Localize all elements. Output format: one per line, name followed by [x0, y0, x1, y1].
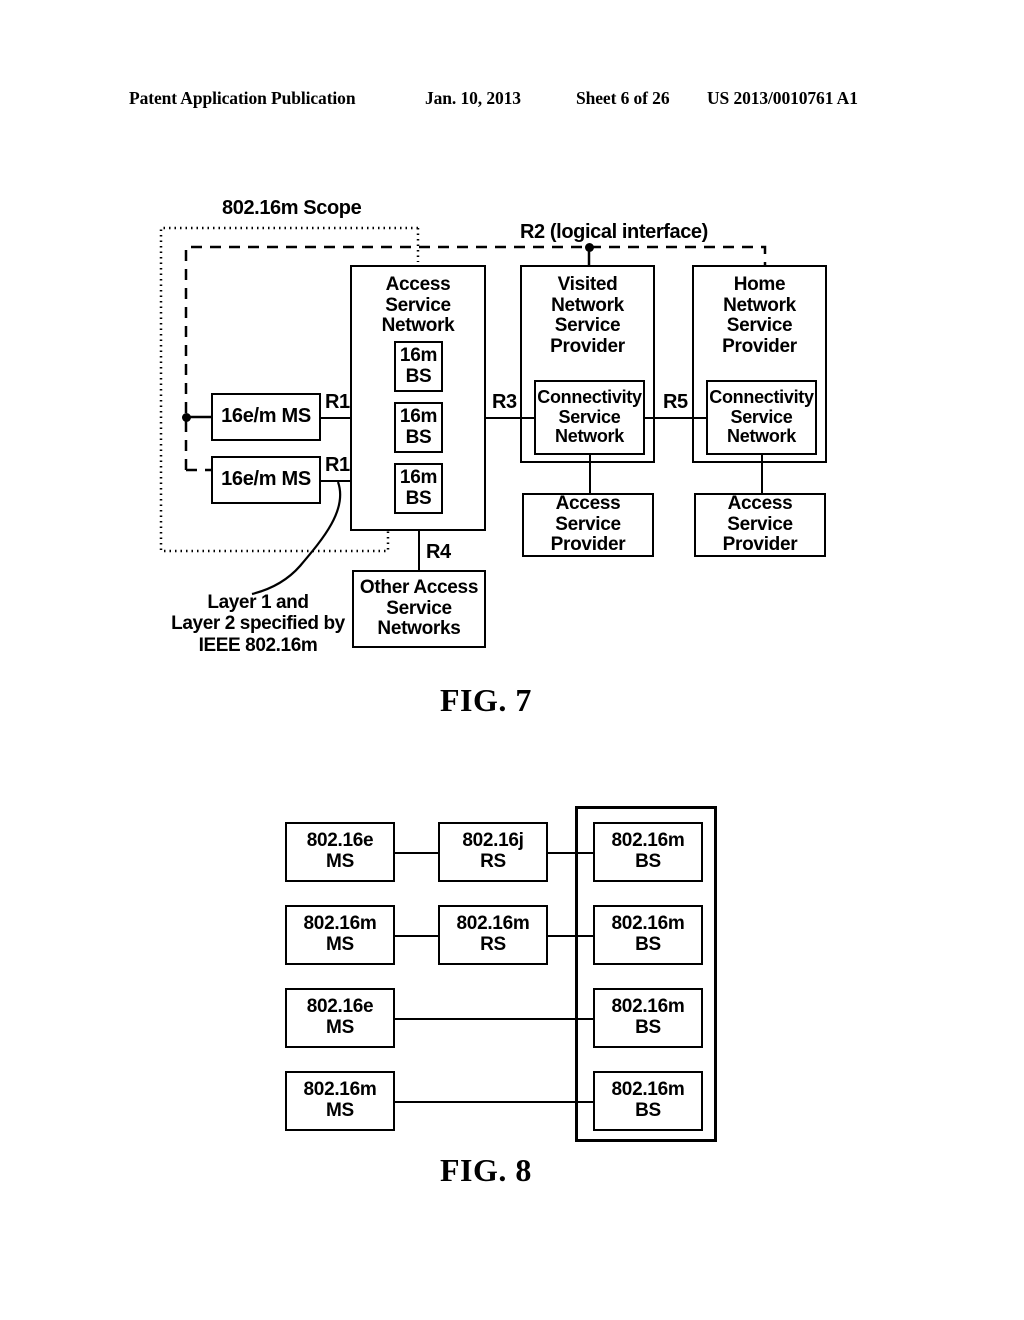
fig8-bs-label-row3: 802.16m BS [611, 996, 685, 1038]
fig8-rs-label-row1: 802.16j RS [462, 830, 524, 872]
fig8-row2-ms-rs-connector [395, 935, 439, 937]
fig8-ms-label-row3: 802.16e MS [306, 996, 374, 1038]
fig8-bs-box-row2[interactable]: 802.16m BS [593, 905, 703, 965]
fig8-row1-ms-rs-connector [395, 852, 439, 854]
fig8-ms-label-row2: 802.16m MS [303, 913, 377, 955]
figure-8-caption: FIG. 8 [440, 1152, 532, 1188]
fig8-ms-box-row3[interactable]: 802.16e MS [285, 988, 395, 1048]
r5-label: R5 [663, 391, 688, 413]
fig8-ms-label-row1: 802.16e MS [306, 830, 374, 872]
fig8-bs-box-row3[interactable]: 802.16m BS [593, 988, 703, 1048]
fig8-rs-box-row2[interactable]: 802.16m RS [438, 905, 548, 965]
fig8-bs-box-row1[interactable]: 802.16m BS [593, 822, 703, 882]
r2-junction-dot-ms [181, 412, 191, 422]
fig8-ms-box-row4[interactable]: 802.16m MS [285, 1071, 395, 1131]
note-leader-line [251, 481, 342, 596]
fig8-row3-ms-bs-connector [395, 1018, 593, 1020]
fig8-ms-box-row2[interactable]: 802.16m MS [285, 905, 395, 965]
fig8-row4-ms-bs-connector [395, 1101, 593, 1103]
fig8-row1-rs-bs-connector [548, 852, 593, 854]
r2-junction-dot-visited [584, 242, 594, 252]
fig8-rs-label-row2: 802.16m RS [456, 913, 530, 955]
fig8-ms-label-row4: 802.16m MS [303, 1079, 377, 1121]
r3-label: R3 [492, 391, 517, 413]
fig8-row2-rs-bs-connector [548, 935, 593, 937]
fig8-bs-box-row4[interactable]: 802.16m BS [593, 1071, 703, 1131]
fig8-bs-label-row1: 802.16m BS [611, 830, 685, 872]
fig8-bs-label-row2: 802.16m BS [611, 913, 685, 955]
figure-7: 802.16m Scope R2 (logical interface) 16e… [0, 0, 1024, 730]
fig8-bs-label-row4: 802.16m BS [611, 1079, 685, 1121]
figure-7-caption: FIG. 7 [440, 682, 532, 718]
fig8-rs-box-row1[interactable]: 802.16j RS [438, 822, 548, 882]
layer-note-label: Layer 1 and Layer 2 specified by IEEE 80… [171, 592, 345, 656]
fig8-ms-box-row1[interactable]: 802.16e MS [285, 822, 395, 882]
